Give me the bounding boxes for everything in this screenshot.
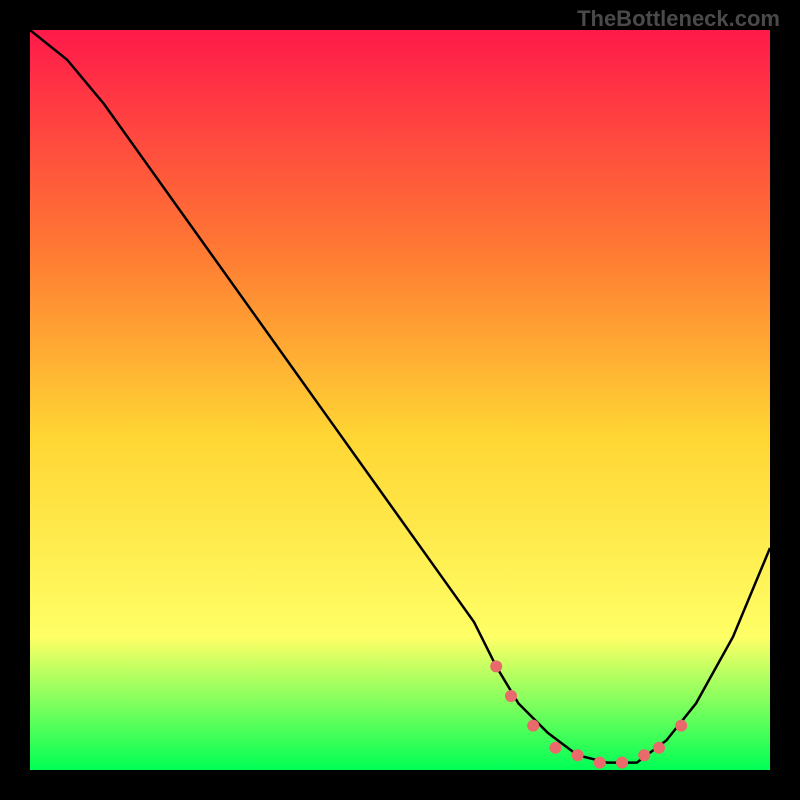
marker-dot	[675, 720, 687, 732]
marker-dot	[549, 742, 561, 754]
marker-dot	[616, 757, 628, 769]
marker-dot	[594, 757, 606, 769]
marker-dot	[527, 720, 539, 732]
watermark-text: TheBottleneck.com	[577, 6, 780, 32]
bottleneck-chart	[30, 30, 770, 770]
marker-dot	[638, 749, 650, 761]
chart-area	[30, 30, 770, 770]
marker-dot	[572, 749, 584, 761]
marker-dot	[653, 742, 665, 754]
gradient-background	[30, 30, 770, 770]
marker-dot	[490, 660, 502, 672]
marker-dot	[505, 690, 517, 702]
